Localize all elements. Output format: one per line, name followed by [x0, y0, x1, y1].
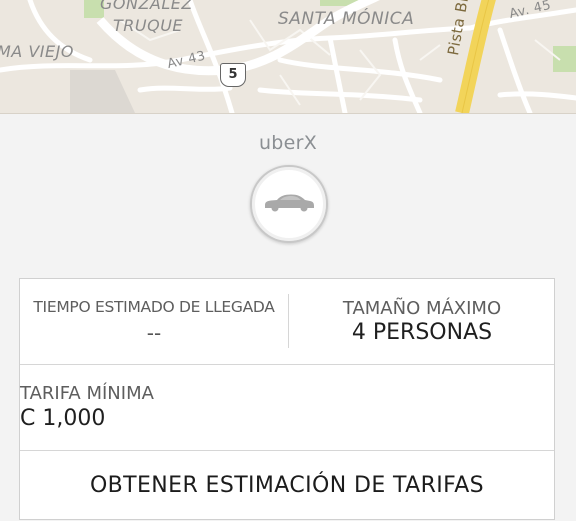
map-road — [277, 57, 443, 83]
minimum-fare-value: C 1,000 — [20, 406, 106, 431]
eta-value: -- — [146, 321, 162, 345]
eta-cell: TIEMPO ESTIMADO DE LLEGADA -- — [20, 279, 288, 364]
capacity-label: TAMAÑO MÁXIMO — [342, 298, 502, 319]
map-label-viejo: MA VIEJO — [0, 42, 74, 61]
product-info-card: TIEMPO ESTIMADO DE LLEGADA -- TAMAÑO MÁX… — [19, 278, 555, 520]
eta-label: TIEMPO ESTIMADO DE LLEGADA — [33, 298, 275, 316]
product-selector-button[interactable] — [250, 165, 328, 243]
map-block — [70, 70, 135, 113]
minimum-fare-label: TARIFA MÍNIMA — [20, 383, 154, 404]
map-street — [359, 49, 382, 101]
map-street — [419, 44, 441, 61]
get-fare-estimate-button[interactable]: OBTENER ESTIMACIÓN DE TARIFAS — [20, 451, 554, 521]
map-view[interactable]: GONZÁLEZ TRUQUE SANTA MÓNICA MA VIEJO Av… — [0, 0, 576, 114]
info-row-eta-capacity: TIEMPO ESTIMADO DE LLEGADA -- TAMAÑO MÁX… — [20, 279, 554, 365]
capacity-value: 4 PERSONAS — [351, 320, 493, 345]
map-label-gonzalez: GONZÁLEZ — [100, 0, 193, 13]
app-screen: GONZÁLEZ TRUQUE SANTA MÓNICA MA VIEJO Av… — [0, 0, 576, 521]
info-row-minimum-fare: TARIFA MÍNIMA C 1,000 — [20, 365, 554, 451]
map-road — [137, 85, 233, 93]
route-shield-icon: 5 — [220, 63, 246, 87]
map-park — [553, 46, 576, 72]
map-road — [497, 27, 533, 113]
product-name: uberX — [258, 132, 318, 154]
map-label-santa-monica: SANTA MÓNICA — [278, 9, 415, 29]
car-icon — [265, 194, 314, 212]
capacity-cell: TAMAÑO MÁXIMO 4 PERSONAS — [288, 279, 556, 364]
info-row-estimate: OBTENER ESTIMACIÓN DE TARIFAS — [20, 451, 554, 521]
map-label-truque: TRUQUE — [113, 16, 184, 35]
map-road — [497, 91, 576, 101]
map-road — [327, 35, 348, 113]
